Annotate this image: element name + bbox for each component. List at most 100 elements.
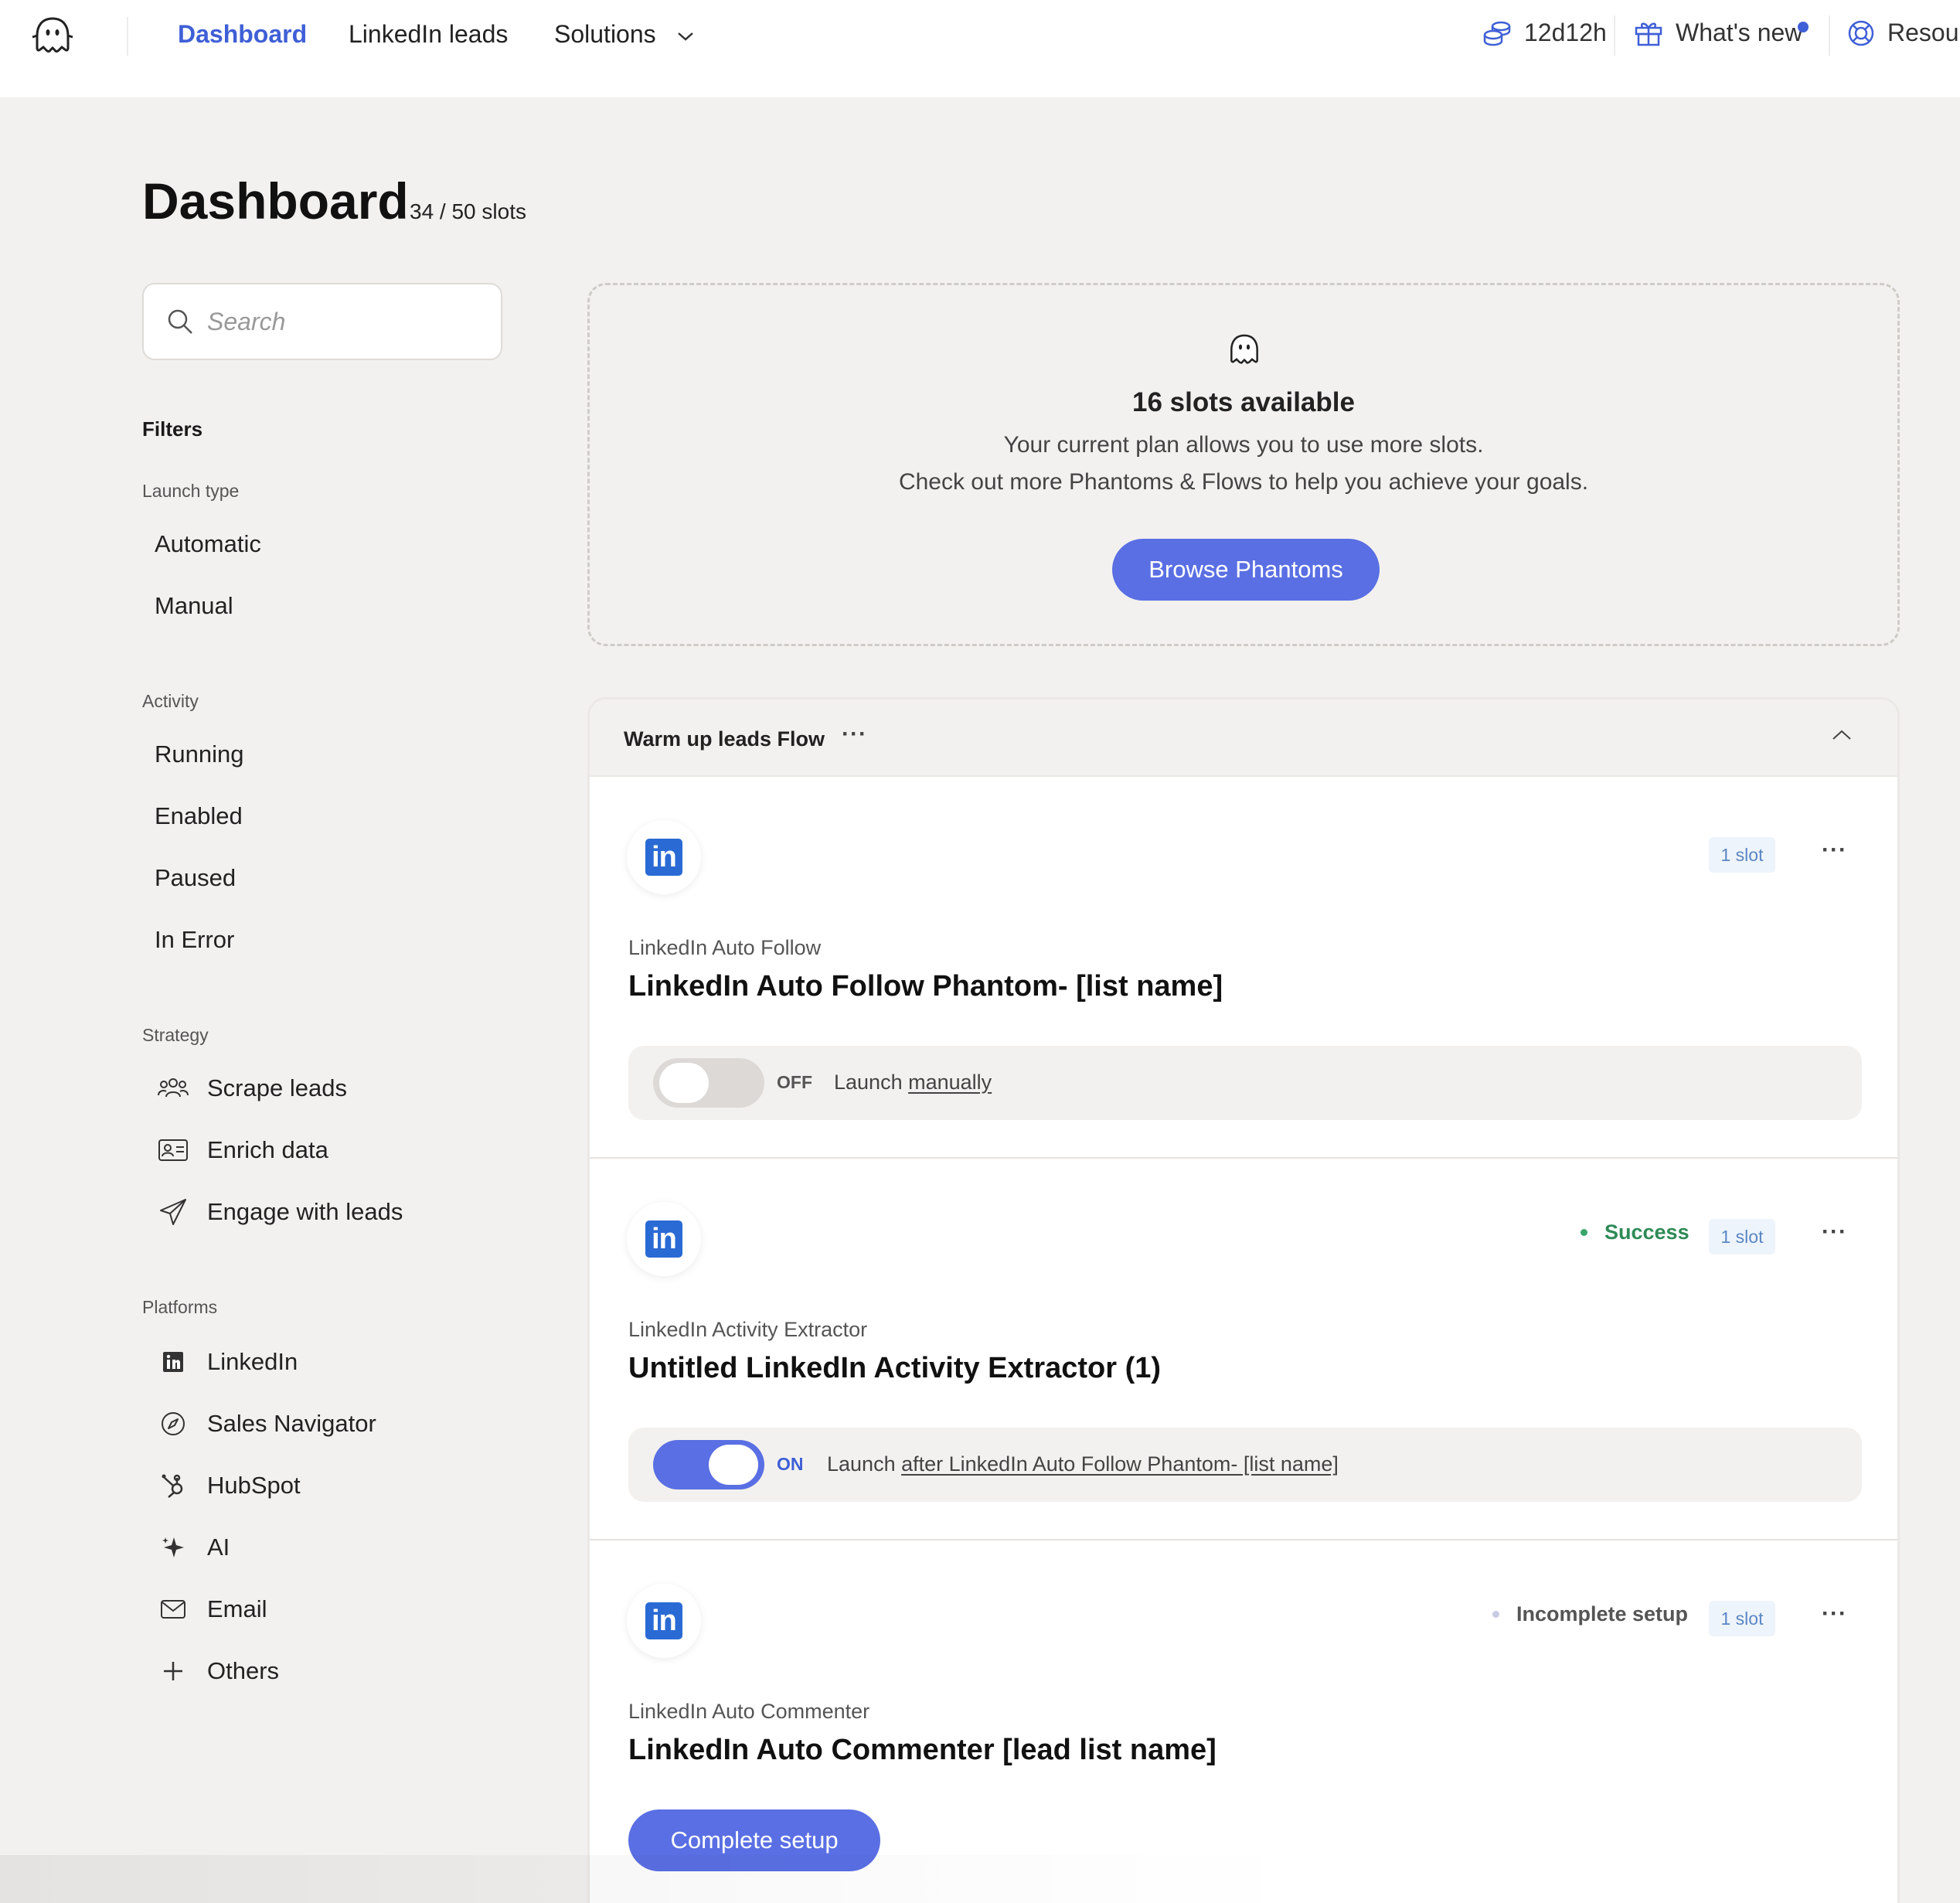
status-label: Incomplete setup bbox=[1516, 1602, 1689, 1626]
launch-prefix: Launch bbox=[834, 1071, 903, 1094]
credits-time-left: 12d12h bbox=[1524, 19, 1607, 46]
credits-indicator[interactable]: 12d12h bbox=[1482, 19, 1607, 47]
status-dot bbox=[1581, 1229, 1587, 1236]
nav-dashboard-link[interactable]: Dashboard bbox=[178, 20, 307, 49]
filter-others[interactable]: Others bbox=[158, 1656, 279, 1687]
filter-engage-with-leads-label: Engage with leads bbox=[207, 1198, 403, 1225]
filter-linkedin-label: LinkedIn bbox=[207, 1348, 298, 1375]
ghost-logo-icon[interactable] bbox=[29, 14, 76, 60]
phantom-type: LinkedIn Activity Extractor bbox=[628, 1318, 868, 1341]
status-dot bbox=[1492, 1611, 1499, 1618]
filter-running[interactable]: Running bbox=[155, 740, 243, 768]
search-input[interactable] bbox=[207, 307, 470, 336]
filter-enabled[interactable]: Enabled bbox=[155, 802, 243, 830]
launch-mode-text: Launch after LinkedIn Auto Follow Phanto… bbox=[827, 1452, 1339, 1476]
filter-enrich-data-label: Enrich data bbox=[207, 1136, 328, 1163]
phantom-type: LinkedIn Auto Follow bbox=[628, 936, 822, 959]
slots-available-description-line2: Check out more Phantoms & Flows to help … bbox=[898, 469, 1589, 495]
filter-sales-navigator[interactable]: Sales Navigator bbox=[158, 1408, 376, 1439]
linkedin-icon: in bbox=[645, 1602, 682, 1639]
filter-paused[interactable]: Paused bbox=[155, 864, 236, 892]
resources-label: Resour bbox=[1887, 19, 1960, 46]
linkedin-icon bbox=[158, 1346, 189, 1377]
filter-hubspot-label: HubSpot bbox=[207, 1472, 301, 1499]
slots-available-title: 16 slots available bbox=[1132, 387, 1355, 417]
launch-toggle[interactable] bbox=[653, 1058, 764, 1108]
filter-scrape-leads-label: Scrape leads bbox=[207, 1074, 347, 1101]
slot-badge: 1 slot bbox=[1709, 1219, 1775, 1254]
nav-divider bbox=[127, 17, 128, 56]
toggle-state-label: ON bbox=[777, 1454, 804, 1474]
chevron-up-icon[interactable] bbox=[1831, 727, 1853, 743]
nav-separator bbox=[1829, 15, 1830, 56]
flow-title: Warm up leads Flow bbox=[624, 727, 825, 751]
filter-sales-navigator-label: Sales Navigator bbox=[207, 1410, 376, 1437]
launch-settings-bar: OFF Launch manually bbox=[628, 1046, 1862, 1120]
hubspot-icon bbox=[158, 1470, 189, 1501]
filter-ai[interactable]: AI bbox=[158, 1532, 230, 1563]
status-label: Success bbox=[1604, 1220, 1689, 1244]
linkedin-badge: in bbox=[627, 1584, 701, 1658]
launch-mode-link[interactable]: manually bbox=[908, 1071, 992, 1094]
filter-ai-label: AI bbox=[207, 1534, 230, 1561]
search-box[interactable] bbox=[142, 283, 502, 360]
filter-email[interactable]: Email bbox=[158, 1594, 267, 1625]
resources-menu[interactable]: Resour bbox=[1847, 19, 1960, 47]
slots-usage-counter: 34 / 50 slots bbox=[410, 199, 526, 223]
flow-more-options-button[interactable]: ··· bbox=[842, 721, 867, 747]
linkedin-badge: in bbox=[627, 820, 701, 894]
filter-group-launch-type: Launch type bbox=[142, 481, 240, 501]
browse-phantoms-button[interactable]: Browse Phantoms bbox=[1112, 539, 1380, 601]
launch-mode-text: Launch manually bbox=[834, 1071, 992, 1094]
complete-setup-button[interactable]: Complete setup bbox=[628, 1809, 880, 1871]
phantom-card: in Incomplete setup 1 slot ··· LinkedIn … bbox=[590, 1540, 1897, 1903]
filter-linkedin[interactable]: LinkedIn bbox=[158, 1346, 298, 1377]
paper-plane-icon bbox=[158, 1197, 189, 1227]
flow-header[interactable]: Warm up leads Flow ··· bbox=[590, 700, 1897, 777]
launch-mode-link[interactable]: after LinkedIn Auto Follow Phantom- [lis… bbox=[901, 1452, 1339, 1476]
filter-hubspot[interactable]: HubSpot bbox=[158, 1470, 301, 1501]
filter-group-platforms: Platforms bbox=[142, 1297, 218, 1317]
nav-solutions-dropdown[interactable]: Solutions bbox=[554, 20, 695, 49]
nav-linkedin-leads-link[interactable]: LinkedIn leads bbox=[349, 20, 508, 49]
phantom-name[interactable]: LinkedIn Auto Commenter [lead list name] bbox=[628, 1734, 1216, 1767]
slot-badge: 1 slot bbox=[1709, 837, 1775, 873]
top-navigation-bar: Dashboard LinkedIn leads Solutions 12d12… bbox=[0, 0, 1960, 97]
linkedin-icon: in bbox=[645, 839, 682, 876]
page-title: Dashboard bbox=[142, 172, 409, 230]
ghost-icon bbox=[1230, 334, 1258, 364]
filter-engage-with-leads[interactable]: Engage with leads bbox=[158, 1197, 403, 1227]
filter-others-label: Others bbox=[207, 1657, 280, 1684]
compass-icon bbox=[158, 1408, 189, 1439]
lifebuoy-icon bbox=[1848, 20, 1874, 46]
phantom-more-options-button[interactable]: ··· bbox=[1822, 1601, 1847, 1627]
phantom-name[interactable]: Untitled LinkedIn Activity Extractor (1) bbox=[628, 1352, 1161, 1385]
filter-in-error[interactable]: In Error bbox=[155, 926, 234, 954]
users-icon bbox=[158, 1073, 189, 1104]
phantom-card: in Success 1 slot ··· LinkedIn Activity … bbox=[590, 1159, 1897, 1540]
coins-icon bbox=[1483, 21, 1511, 46]
slot-badge: 1 slot bbox=[1709, 1601, 1775, 1636]
phantom-name[interactable]: LinkedIn Auto Follow Phantom- [list name… bbox=[628, 970, 1223, 1003]
filter-scrape-leads[interactable]: Scrape leads bbox=[158, 1073, 347, 1104]
toggle-state-label: OFF bbox=[777, 1072, 812, 1092]
whats-new-button[interactable]: What's new bbox=[1634, 19, 1802, 47]
whats-new-notification-dot bbox=[1798, 22, 1809, 32]
id-card-icon bbox=[158, 1135, 189, 1166]
chevron-down-icon bbox=[677, 32, 693, 41]
phantom-more-options-button[interactable]: ··· bbox=[1822, 1219, 1847, 1245]
phantom-more-options-button[interactable]: ··· bbox=[1822, 837, 1847, 863]
filter-automatic[interactable]: Automatic bbox=[155, 530, 261, 558]
filter-enrich-data[interactable]: Enrich data bbox=[158, 1135, 328, 1166]
toggle-knob bbox=[709, 1445, 758, 1485]
filter-group-strategy: Strategy bbox=[142, 1025, 209, 1045]
nav-separator bbox=[1614, 15, 1615, 56]
slots-available-panel: 16 slots available Your current plan all… bbox=[587, 283, 1900, 646]
flow-card: Warm up leads Flow ··· in 1 slot ··· Lin… bbox=[587, 697, 1900, 1903]
launch-settings-bar: ON Launch after LinkedIn Auto Follow Pha… bbox=[628, 1428, 1862, 1502]
phantom-card: in 1 slot ··· LinkedIn Auto Follow Linke… bbox=[590, 777, 1897, 1159]
launch-prefix: Launch bbox=[827, 1452, 896, 1476]
launch-toggle[interactable] bbox=[653, 1440, 764, 1489]
filter-manual[interactable]: Manual bbox=[155, 592, 233, 620]
filter-group-activity: Activity bbox=[142, 691, 199, 711]
